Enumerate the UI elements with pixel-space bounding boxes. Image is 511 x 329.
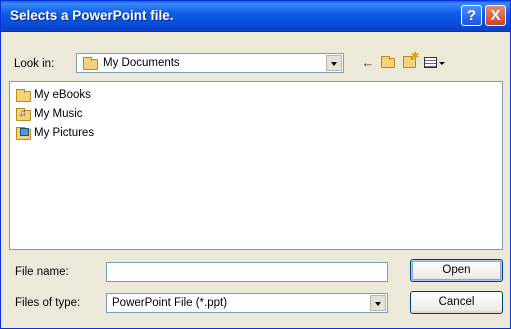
file-open-dialog: Selects a PowerPoint file. ? X Look in: … <box>0 0 511 329</box>
chevron-down-icon[interactable] <box>326 55 342 71</box>
title-bar[interactable]: Selects a PowerPoint file. ? X <box>1 1 510 32</box>
view-menu-icon[interactable] <box>424 56 446 70</box>
documents-folder-icon <box>83 57 98 70</box>
cancel-button[interactable]: Cancel <box>410 291 503 314</box>
file-name-input[interactable] <box>106 262 388 282</box>
chevron-down-icon[interactable] <box>370 295 386 311</box>
open-button[interactable]: Open <box>410 259 503 282</box>
list-item-label: My Pictures <box>34 127 95 139</box>
file-type-value: PowerPoint File (*.ppt) <box>112 297 228 309</box>
file-type-label: Files of type: <box>15 297 81 309</box>
pictures-folder-icon <box>16 127 32 140</box>
window-title: Selects a PowerPoint file. <box>10 8 174 23</box>
look-in-dropdown[interactable]: My Documents <box>76 53 344 73</box>
list-item-label: My eBooks <box>34 89 91 101</box>
music-folder-icon: ♫ <box>16 108 32 121</box>
file-type-dropdown[interactable]: PowerPoint File (*.ppt) <box>106 293 388 313</box>
help-button[interactable]: ? <box>461 5 482 26</box>
close-button[interactable]: X <box>485 5 506 26</box>
list-item-label: My Music <box>34 108 83 120</box>
folder-icon <box>16 89 32 102</box>
look-in-value: My Documents <box>103 57 180 69</box>
look-in-label: Look in: <box>14 58 55 70</box>
back-arrow-icon[interactable]: ← <box>360 56 376 70</box>
new-folder-icon[interactable]: ✱ <box>402 51 419 70</box>
up-folder-icon[interactable] <box>380 56 396 70</box>
file-list[interactable]: My eBooks ♫ My Music My Pictures <box>9 81 503 250</box>
file-name-label: File name: <box>15 266 69 278</box>
